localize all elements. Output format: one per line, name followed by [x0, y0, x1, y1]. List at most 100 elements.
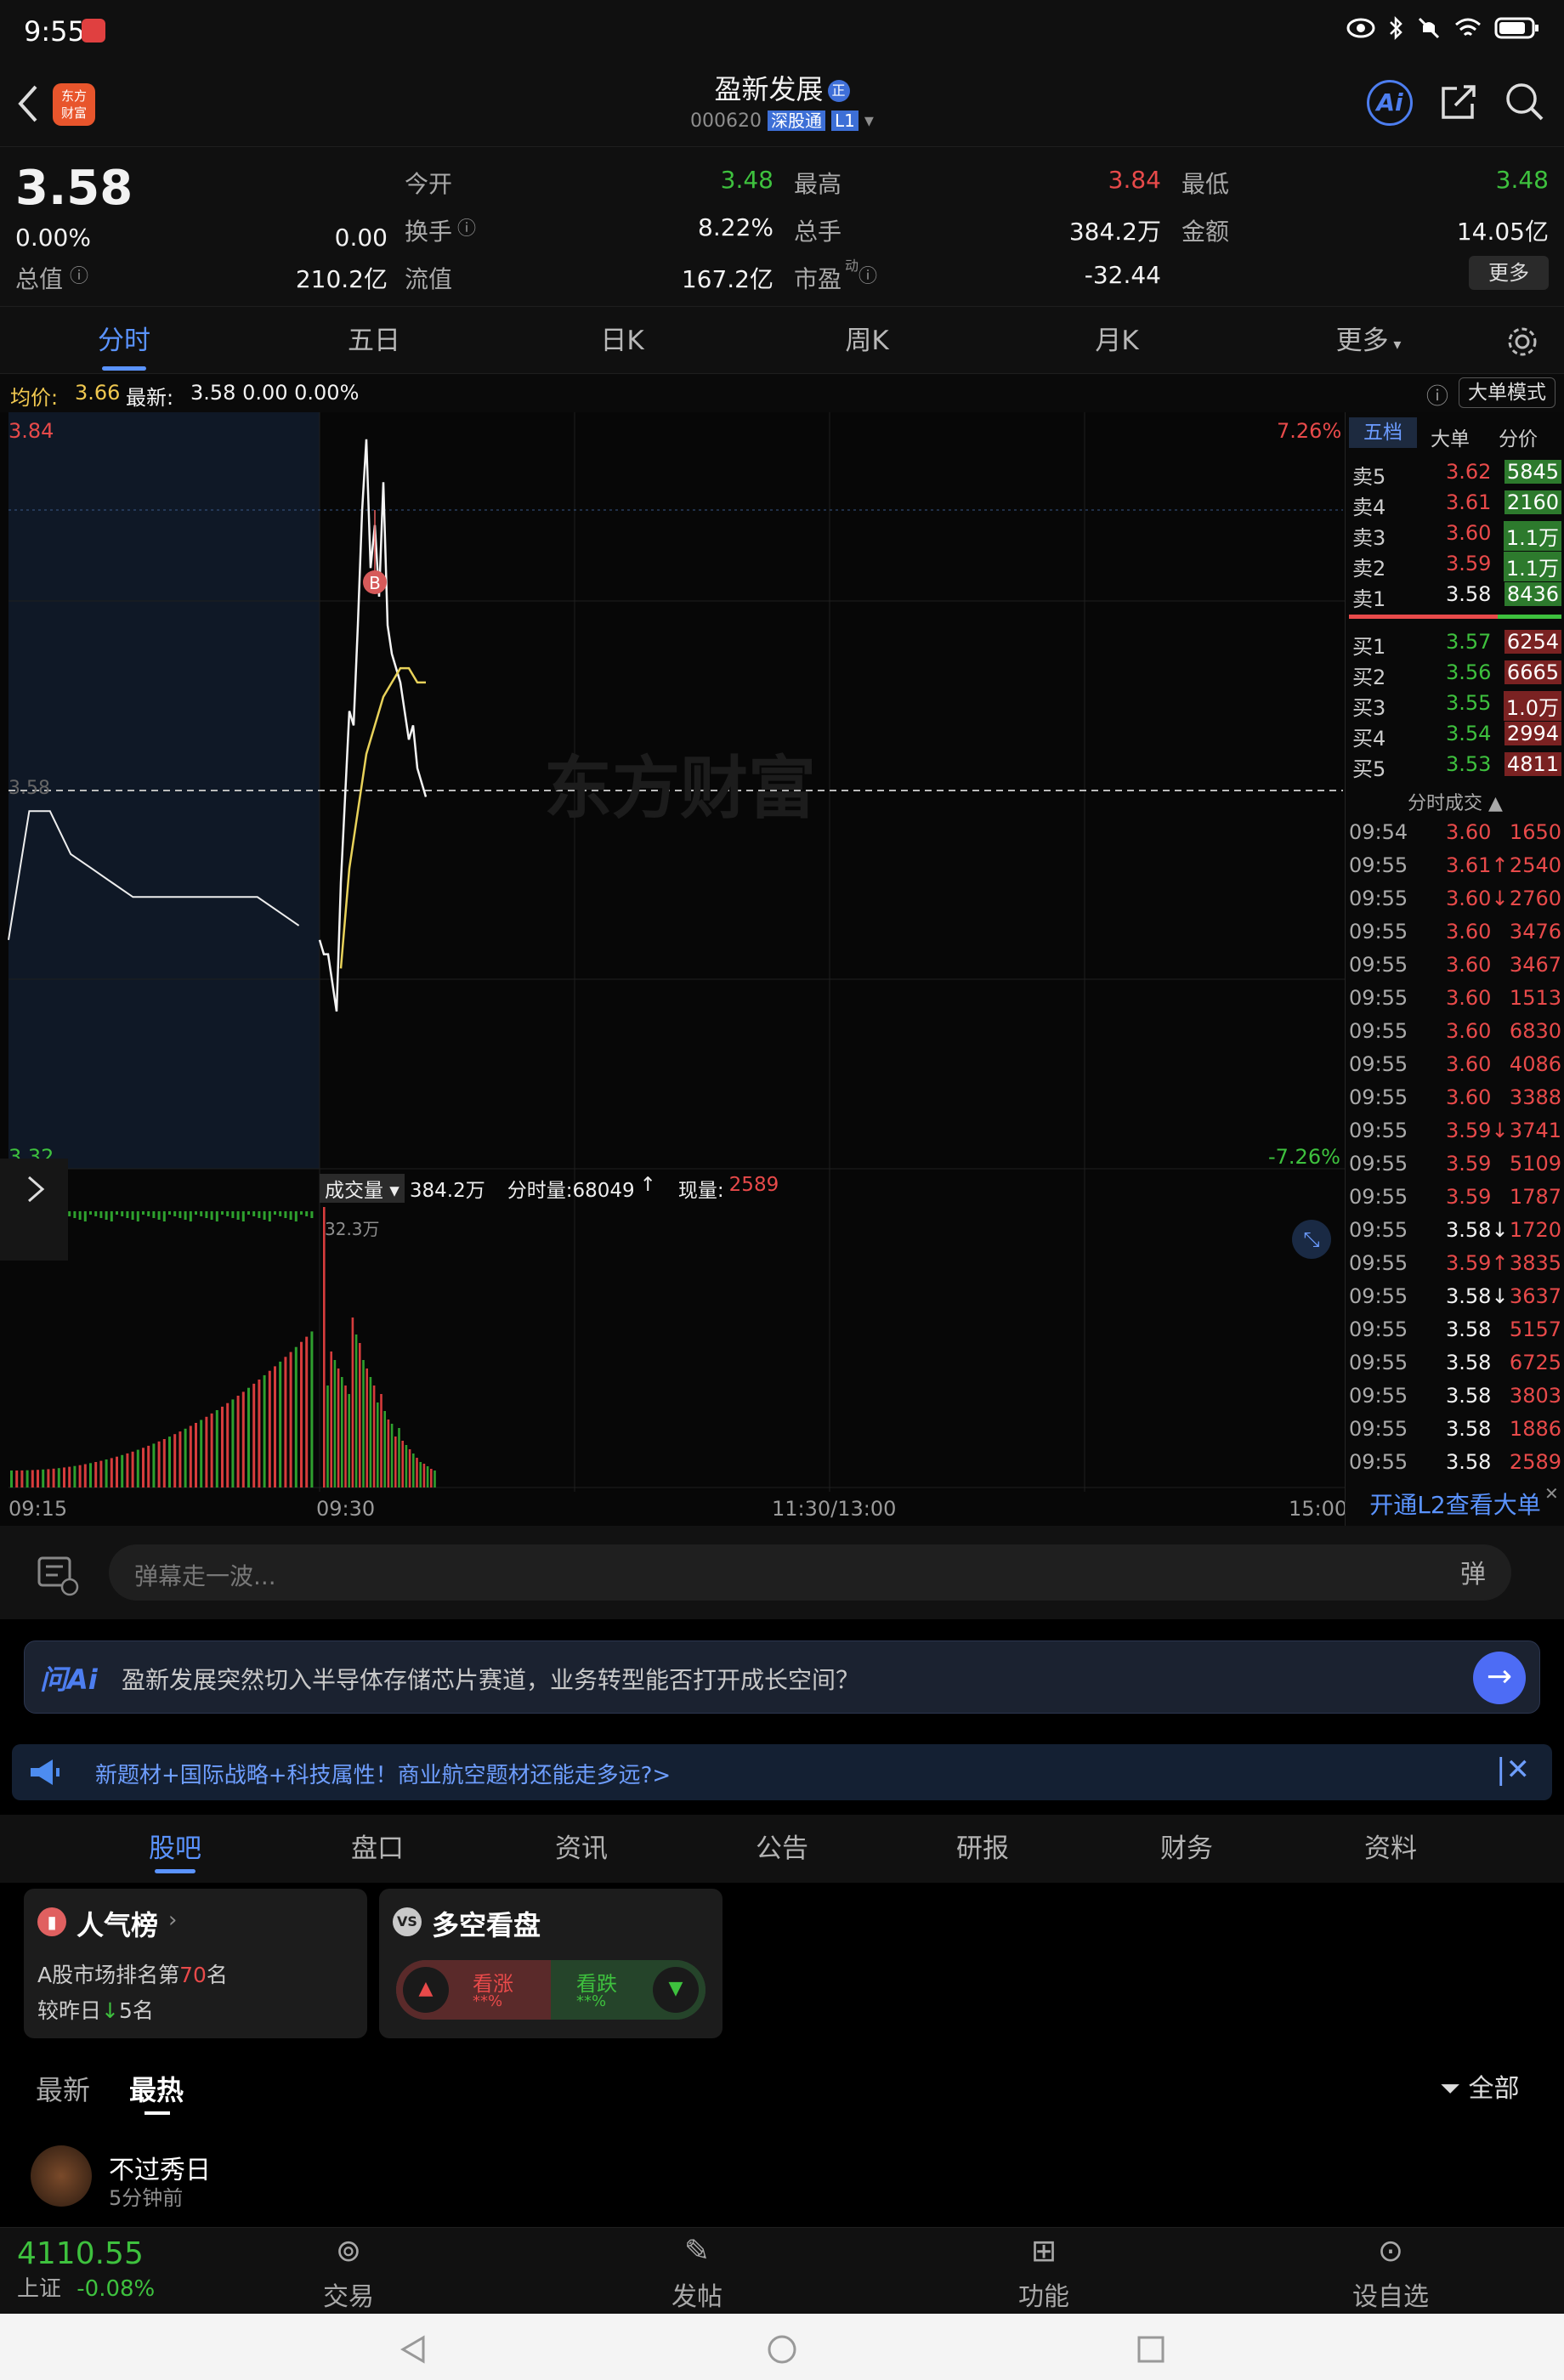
- bear-button[interactable]: 看跌 **% ▼: [551, 1960, 706, 2020]
- sort-newest[interactable]: 最新: [36, 2069, 90, 2108]
- popularity-card[interactable]: ▮ 人气榜 › A股市场排名第70名 较昨日↓5名: [24, 1889, 367, 2038]
- level-price: 3.57: [1446, 630, 1492, 654]
- more-button[interactable]: 更多: [1469, 256, 1549, 290]
- level-label: 买2: [1352, 666, 1386, 689]
- stock-title[interactable]: 盈新发展 正: [0, 68, 1564, 107]
- info-icon[interactable]: ⓘ: [70, 261, 88, 288]
- tab-intraday[interactable]: 分时: [73, 307, 175, 375]
- trade-row: 09:55 3.61↑ 2540: [1346, 848, 1564, 881]
- bluetooth-icon: [1390, 15, 1402, 41]
- nav-add-watchlist[interactable]: ⊙ 设自选: [1323, 2228, 1459, 2313]
- sentiment-card[interactable]: VS 多空看盘 ▲ 看涨 **% 看跌 **% ▼: [379, 1889, 722, 2038]
- trade-list: 09:54 3.60 1650 09:55 3.61↑ 2540 09:55 3.60↓ 276…: [1346, 815, 1564, 1478]
- bull-button[interactable]: ▲ 看涨 **%: [396, 1960, 551, 2020]
- trade-price: 3.60: [1446, 1052, 1492, 1076]
- trade-price: 3.58↓: [1446, 1284, 1509, 1308]
- trade-volume: 2540: [1509, 853, 1561, 877]
- auction-volume-bar: [241, 1211, 245, 1221]
- tab-announcements[interactable]: 公告: [731, 1815, 833, 1883]
- tab-daily-k[interactable]: 日K: [571, 307, 673, 375]
- ask-row[interactable]: 卖1 3.58 8436: [1346, 579, 1564, 611]
- quote-panel: 3.58 0.00% 0.00 总值 ⓘ 210.2亿 今开 3.48 换手 ⓘ…: [0, 146, 1564, 306]
- volume-bar: [83, 1464, 87, 1488]
- level-volume: 4811: [1504, 752, 1561, 776]
- ask-row[interactable]: 卖2 3.59 1.1万: [1346, 548, 1564, 581]
- tab-five-level[interactable]: 五档: [1349, 417, 1417, 448]
- intraday-chart[interactable]: 东方财富 B 3.84 3.58 3.32 7.26% -7.26% 成交量 ▾…: [0, 412, 1347, 1526]
- nav-trade[interactable]: ⊚ 交易: [280, 2228, 416, 2313]
- auction-volume-bar: [284, 1211, 287, 1218]
- trade-time: 09:54: [1349, 820, 1408, 844]
- danmaku-toggle-icon[interactable]: 弹: [1460, 1553, 1486, 1590]
- close-icon[interactable]: |✕: [1496, 1753, 1530, 1787]
- trade-time: 09:55: [1349, 1251, 1408, 1275]
- level-label: 买4: [1352, 727, 1386, 751]
- trade-price: 3.58: [1446, 1384, 1492, 1408]
- volume-selector[interactable]: 成交量 ▾: [320, 1174, 405, 1203]
- tab-monthly-k[interactable]: 月K: [1066, 307, 1168, 375]
- help-icon[interactable]: ⓘ: [1426, 379, 1448, 411]
- bid-row[interactable]: 买3 3.55 1.0万: [1346, 688, 1564, 721]
- nav-functions[interactable]: ⊞ 功能: [976, 2228, 1112, 2313]
- system-nav: [0, 2314, 1564, 2380]
- info-icon[interactable]: ⓘ: [858, 261, 877, 288]
- tab-market-depth[interactable]: 盘口: [326, 1815, 428, 1883]
- ask-row[interactable]: 卖5 3.62 5845: [1346, 456, 1564, 489]
- ask-row[interactable]: 卖3 3.60 1.1万: [1346, 518, 1564, 551]
- ai-question-bar[interactable]: 问Ai 盈新发展突然切入半导体存储芯片赛道，业务转型能否打开成长空间？ →: [24, 1640, 1540, 1714]
- chevron-down-icon[interactable]: ▾: [864, 110, 874, 132]
- expand-panel-button[interactable]: [0, 1159, 68, 1261]
- avatar[interactable]: [31, 2145, 92, 2207]
- arrow-right-icon[interactable]: →: [1473, 1652, 1526, 1704]
- volume-bar: [387, 1420, 390, 1488]
- trade-row: 09:55 3.60 3388: [1346, 1080, 1564, 1113]
- danmaku-settings-icon[interactable]: [34, 1551, 80, 1597]
- sort-hottest[interactable]: 最热: [129, 2069, 184, 2108]
- tab-news[interactable]: 资讯: [530, 1815, 632, 1883]
- index-ticker[interactable]: 4110.55 上证 -0.08%: [17, 2236, 155, 2303]
- tab-weekly-k[interactable]: 周K: [816, 307, 918, 375]
- change-value: 0.00: [334, 224, 388, 252]
- nav-post[interactable]: ✎ 发帖: [629, 2228, 765, 2313]
- fullscreen-icon[interactable]: ⤡: [1292, 1220, 1331, 1259]
- trade-time: 09:55: [1349, 920, 1408, 944]
- search-icon[interactable]: [1503, 80, 1545, 122]
- recents-square-icon[interactable]: [1134, 2332, 1168, 2366]
- tab-financials[interactable]: 财务: [1136, 1815, 1238, 1883]
- volume-bar: [200, 1420, 203, 1488]
- tab-profile[interactable]: 资料: [1340, 1815, 1442, 1883]
- grid-icon: ⊞: [1030, 2234, 1057, 2269]
- trade-volume: 1513: [1509, 986, 1561, 1010]
- gear-icon[interactable]: [1504, 324, 1540, 360]
- level-volume: 2160: [1504, 490, 1561, 514]
- tab-five-day[interactable]: 五日: [323, 307, 425, 375]
- auction-volume-bar: [94, 1211, 98, 1216]
- trades-header[interactable]: 分时成交 ▲: [1346, 788, 1564, 815]
- close-icon[interactable]: ✕: [1544, 1483, 1559, 1504]
- bid-row[interactable]: 买2 3.56 6665: [1346, 657, 1564, 689]
- tab-price-dist[interactable]: 分价: [1499, 422, 1538, 451]
- filter-button[interactable]: ⏷ 全部: [1440, 2067, 1520, 2105]
- back-triangle-icon[interactable]: [396, 2332, 430, 2366]
- tab-research[interactable]: 研报: [932, 1815, 1034, 1883]
- volume-bar: [252, 1383, 256, 1488]
- float-label: 流值: [405, 265, 453, 293]
- bid-row[interactable]: 买4 3.54 2994: [1346, 718, 1564, 751]
- info-icon[interactable]: ⓘ: [457, 213, 476, 241]
- filter-icon: ⏷: [1440, 2074, 1460, 2104]
- ai-button[interactable]: Ai: [1367, 80, 1413, 126]
- tab-big-order[interactable]: 大单: [1431, 422, 1470, 451]
- high-value: 3.84: [1108, 166, 1161, 194]
- volume-bar: [184, 1428, 187, 1488]
- tab-more[interactable]: 更多 ▾: [1318, 307, 1420, 375]
- home-circle-icon[interactable]: [765, 2332, 799, 2366]
- danmaku-input[interactable]: 弹幕走一波... 弹: [109, 1544, 1511, 1601]
- trade-price: 3.60: [1446, 920, 1492, 944]
- big-order-mode-button[interactable]: 大单模式: [1459, 377, 1556, 408]
- ask-row[interactable]: 卖4 3.61 2160: [1346, 487, 1564, 519]
- open-l2-link[interactable]: 开通L2查看大单: [1346, 1485, 1564, 1526]
- bid-row[interactable]: 买1 3.57 6254: [1346, 626, 1564, 659]
- bid-row[interactable]: 买5 3.53 4811: [1346, 749, 1564, 781]
- notice-banner[interactable]: 新题材+国际战略+科技属性！商业航空题材还能走多远?> |✕: [12, 1744, 1552, 1800]
- share-icon[interactable]: [1438, 82, 1479, 122]
